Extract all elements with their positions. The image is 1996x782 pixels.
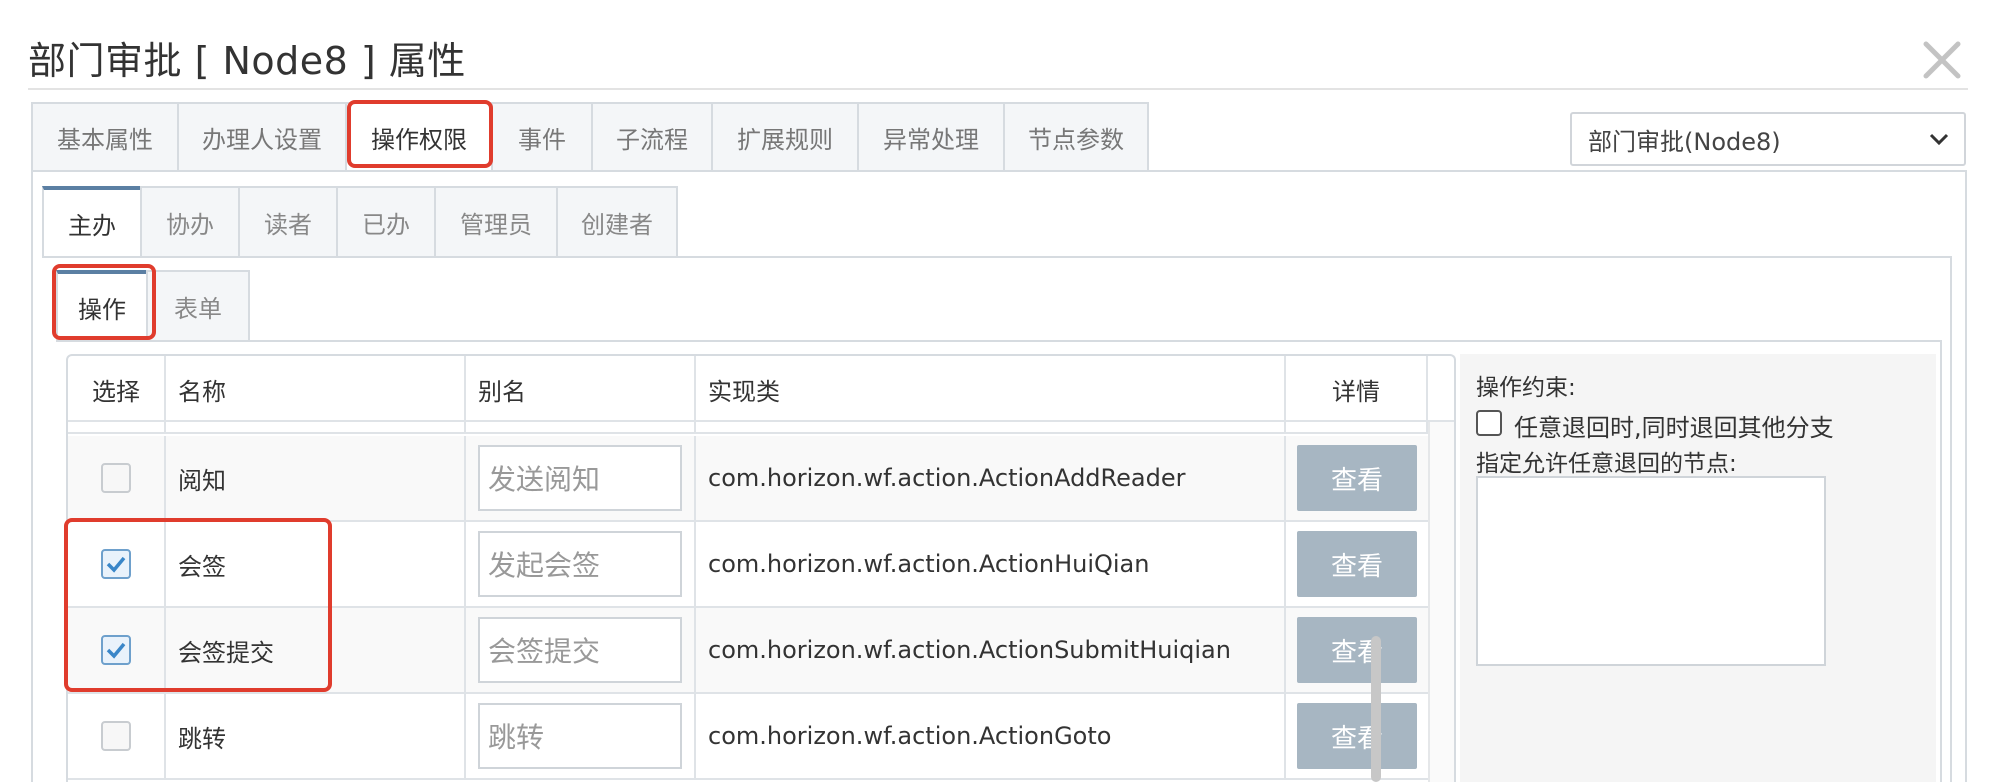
tab-done[interactable]: 已办 [336,186,434,258]
return-branches-label: 任意退回时,同时退回其他分支 [1514,414,1834,442]
alias-input[interactable]: 会签提交 [478,617,682,683]
table-header: 选择 名称 别名 实现类 详情 [68,356,1454,422]
role-tab-divider [42,256,1952,258]
view-button[interactable]: 查看 [1297,703,1417,769]
sub-tab-divider [56,340,1942,342]
tab-form[interactable]: 表单 [146,270,250,342]
header-select: 选择 [68,356,166,422]
header-divider [28,88,1968,90]
row-checkbox[interactable] [101,549,131,579]
tab-exception-handling[interactable]: 异常处理 [857,102,1003,172]
tab-node-parameters[interactable]: 节点参数 [1003,102,1149,172]
tab-operations[interactable]: 操作 [56,270,146,342]
alias-input[interactable]: 发送阅知 [478,445,682,511]
tab-main-handler[interactable]: 主办 [42,186,140,258]
checkmark-icon [106,642,126,659]
return-branches-checkbox[interactable] [1476,410,1502,436]
close-icon[interactable] [1918,36,1966,84]
dialog-title: 部门审批 [ Node8 ] 属性 [28,39,466,83]
header-detail: 详情 [1286,356,1428,422]
table-row-partial [68,422,1428,434]
row-name: 会签 [166,522,466,606]
row-checkbox[interactable] [101,635,131,665]
tab-basic-properties[interactable]: 基本属性 [31,102,177,172]
sub-tab-bar: 操作 表单 [56,270,250,342]
view-button[interactable]: 查看 [1297,617,1417,683]
header-impl-class: 实现类 [696,356,1286,422]
role-panel-border [1950,256,1952,782]
node-select-value: 部门审批(Node8) [1588,127,1781,156]
header-alias: 别名 [466,356,696,422]
chevron-down-icon [1929,133,1949,146]
table-row: 会签 发起会签 com.horizon.wf.action.ActionHuiQ… [68,522,1428,608]
row-name: 会签提交 [166,608,466,692]
allowed-nodes-label: 指定允许任意退回的节点: [1476,451,1737,477]
tab-reader[interactable]: 读者 [238,186,336,258]
table-row: 阅知 发送阅知 com.horizon.wf.action.ActionAddR… [68,436,1428,522]
checkmark-icon [106,556,126,573]
view-button[interactable]: 查看 [1297,531,1417,597]
tab-operation-permissions[interactable]: 操作权限 [345,102,491,172]
row-checkbox[interactable] [101,463,131,493]
row-checkbox[interactable] [101,721,131,751]
sub-panel-border [1940,340,1942,782]
tab-subprocess[interactable]: 子流程 [591,102,711,172]
tab-creator[interactable]: 创建者 [556,186,678,258]
alias-input[interactable]: 发起会签 [478,531,682,597]
allowed-nodes-textarea[interactable] [1476,476,1826,666]
tab-co-handler[interactable]: 协办 [140,186,238,258]
row-impl-class: com.horizon.wf.action.ActionHuiQian [696,522,1286,606]
view-button[interactable]: 查看 [1297,445,1417,511]
tab-handler-settings[interactable]: 办理人设置 [177,102,345,172]
header-name: 名称 [166,356,466,422]
table-row: 会签提交 会签提交 com.horizon.wf.action.ActionSu… [68,608,1428,694]
row-impl-class: com.horizon.wf.action.ActionAddReader [696,436,1286,520]
table-scrollbar-track[interactable] [1428,422,1454,782]
node-select[interactable]: 部门审批(Node8) [1570,112,1966,166]
role-tab-bar: 主办 协办 读者 已办 管理员 创建者 [42,186,678,258]
table-row: 跳转 跳转 com.horizon.wf.action.ActionGoto 查… [68,694,1428,780]
alias-input[interactable]: 跳转 [478,703,682,769]
table-scrollbar-thumb[interactable] [1371,636,1381,782]
row-name: 阅知 [166,436,466,520]
tab-administrator[interactable]: 管理员 [434,186,556,258]
tab-events[interactable]: 事件 [491,102,591,172]
row-name: 跳转 [166,694,466,778]
row-impl-class: com.horizon.wf.action.ActionSubmitHuiqia… [696,608,1286,692]
tab-extension-rules[interactable]: 扩展规则 [711,102,857,172]
constraints-title: 操作约束: [1476,375,1576,401]
row-impl-class: com.horizon.wf.action.ActionGoto [696,694,1286,778]
operations-table: 选择 名称 别名 实现类 详情 阅知 发送阅知 com.horizon.wf.a… [66,354,1456,782]
outer-tab-bar: 基本属性 办理人设置 操作权限 事件 子流程 扩展规则 异常处理 节点参数 [31,102,1149,172]
